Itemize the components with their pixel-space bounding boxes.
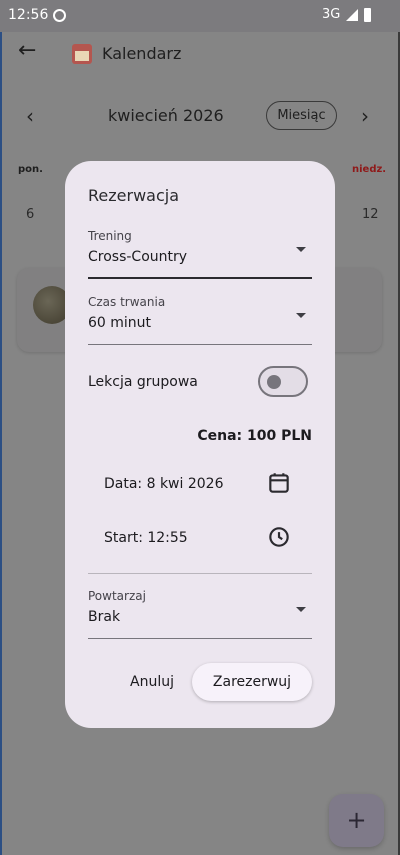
status-network: 3G <box>322 7 341 22</box>
add-button[interactable]: + <box>329 794 384 847</box>
calendar-day[interactable]: 12 <box>362 207 379 222</box>
group-lesson-switch[interactable] <box>258 366 308 397</box>
group-lesson-row: Lekcja grupowa <box>88 366 312 398</box>
window-edge-left <box>0 32 2 855</box>
divider <box>88 573 312 574</box>
start-time-row[interactable]: Start: 12:55 <box>88 520 312 556</box>
weekday-sunday: niedz. <box>352 164 387 175</box>
clock-icon[interactable] <box>266 524 292 550</box>
dropdown-arrow-icon <box>296 607 306 612</box>
duration-label: Czas trwania <box>88 295 166 309</box>
month-label: kwiecień 2026 <box>108 106 224 125</box>
start-time-label: Start: 12:55 <box>104 530 188 546</box>
dialog-title: Rezerwacja <box>88 186 179 205</box>
duration-value: 60 minut <box>88 315 152 331</box>
date-label: Data: 8 kwi 2026 <box>104 476 224 492</box>
plus-icon: + <box>346 806 367 834</box>
signal-icon <box>346 9 358 21</box>
month-navigation: ‹ kwiecień 2026 Miesiąc › <box>0 96 400 136</box>
book-button[interactable]: Zarezerwuj <box>192 663 312 701</box>
view-mode-button[interactable]: Miesiąc <box>266 101 337 130</box>
duration-dropdown[interactable]: Czas trwania 60 minut <box>88 295 312 345</box>
repeat-value: Brak <box>88 609 121 625</box>
weekday-monday: pon. <box>18 164 43 175</box>
calendar-app-icon <box>72 44 92 64</box>
chevron-left-icon[interactable]: ‹ <box>26 104 34 128</box>
status-bar: 12:56 3G <box>0 0 400 32</box>
app-title: Kalendarz <box>102 44 182 63</box>
field-underline <box>88 277 312 279</box>
training-dropdown[interactable]: Trening Cross-Country <box>88 229 312 279</box>
repeat-label: Powtarzaj <box>88 589 146 603</box>
arrow-left-icon[interactable]: ← <box>18 38 36 63</box>
dropdown-arrow-icon <box>296 313 306 318</box>
group-lesson-label: Lekcja grupowa <box>88 374 198 390</box>
calendar-icon[interactable] <box>266 470 292 496</box>
status-notification-icon <box>53 9 66 22</box>
field-underline <box>88 344 312 345</box>
date-picker-row[interactable]: Data: 8 kwi 2026 <box>88 466 312 502</box>
field-underline <box>88 638 312 639</box>
switch-knob <box>267 375 281 389</box>
training-value: Cross-Country <box>88 249 188 265</box>
repeat-dropdown[interactable]: Powtarzaj Brak <box>88 589 312 639</box>
price-label: Cena: 100 PLN <box>197 428 312 444</box>
status-time: 12:56 <box>8 7 49 23</box>
battery-icon <box>364 8 371 22</box>
cancel-button[interactable]: Anuluj <box>120 663 184 701</box>
reservation-dialog: Rezerwacja Trening Cross-Country Czas tr… <box>65 161 335 728</box>
app-bar: ← Kalendarz <box>0 32 400 76</box>
chevron-right-icon[interactable]: › <box>361 104 369 128</box>
dialog-actions: Anuluj Zarezerwuj <box>65 663 335 701</box>
dropdown-arrow-icon <box>296 247 306 252</box>
training-label: Trening <box>88 229 132 243</box>
calendar-day[interactable]: 6 <box>26 207 34 222</box>
